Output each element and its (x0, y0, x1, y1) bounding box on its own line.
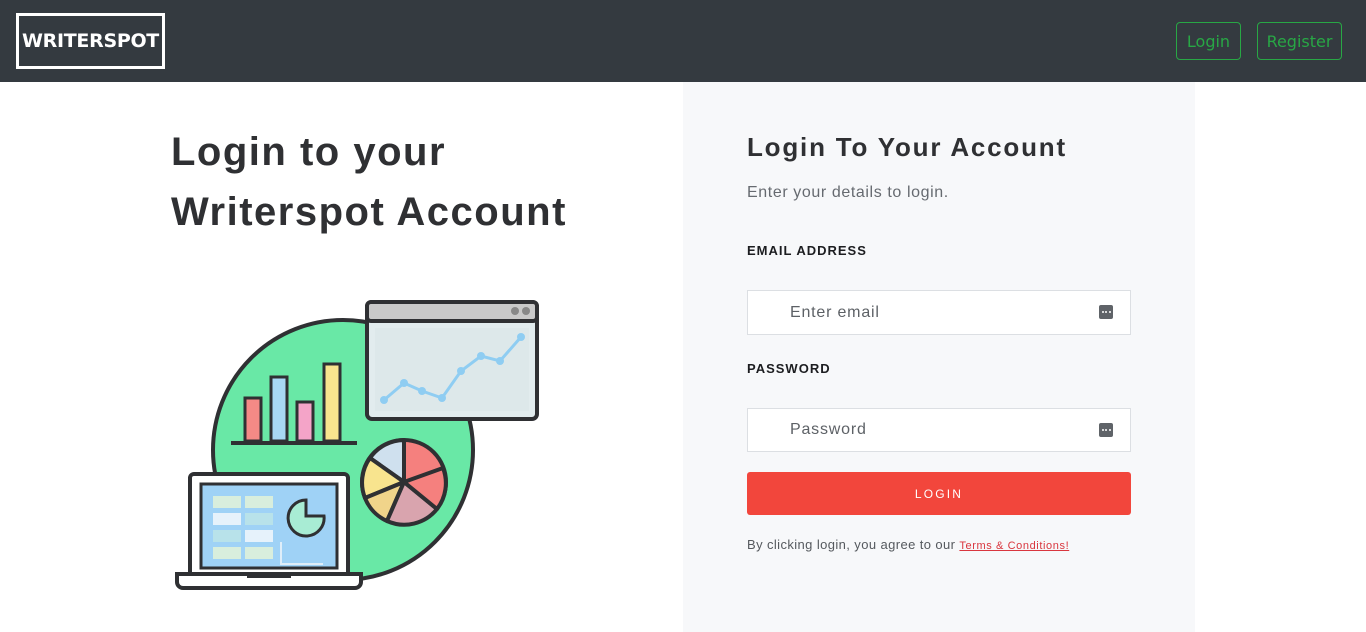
hero-heading: Login to your Writerspot Account (171, 122, 651, 242)
password-manager-key-icon[interactable] (1099, 423, 1113, 437)
password-label: PASSWORD (747, 361, 831, 376)
password-input[interactable] (748, 409, 1130, 451)
nav-login-button[interactable]: Login (1176, 22, 1241, 60)
login-form-subtitle: Enter your details to login. (747, 184, 949, 201)
password-field-wrapper (747, 408, 1131, 452)
email-field-wrapper (747, 290, 1131, 335)
login-submit-button[interactable]: LOGIN (747, 472, 1131, 515)
nav-register-button[interactable]: Register (1257, 22, 1342, 60)
terms-link[interactable]: Terms & Conditions! (959, 540, 1069, 552)
email-label: EMAIL ADDRESS (747, 243, 867, 258)
email-input[interactable] (748, 291, 1130, 334)
login-form-title: Login To Your Account (747, 132, 1067, 162)
analytics-illustration (175, 300, 539, 590)
illustration-laptop (175, 472, 363, 590)
hero-heading-line2: Writerspot Account (171, 190, 567, 234)
password-manager-key-icon[interactable] (1099, 305, 1113, 319)
brand-logo[interactable]: WRITERSPOT (16, 13, 165, 69)
terms-notice: By clicking login, you agree to our Term… (747, 537, 1069, 552)
illustration-pie-chart (360, 438, 448, 527)
terms-prefix: By clicking login, you agree to our (747, 537, 956, 552)
top-navbar: WRITERSPOT Login Register (0, 0, 1366, 82)
illustration-browser-window (365, 300, 539, 421)
hero-heading-line1: Login to your (171, 130, 447, 174)
